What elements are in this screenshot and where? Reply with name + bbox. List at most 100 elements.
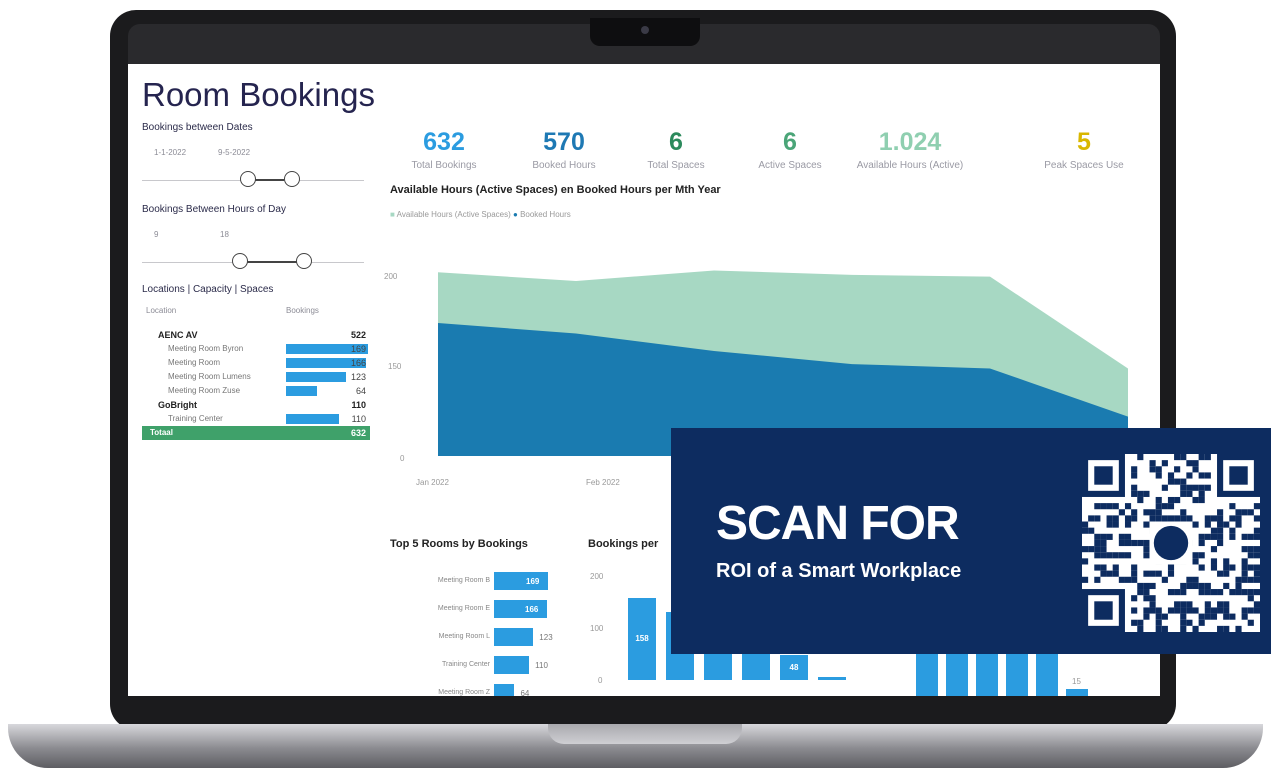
qr-module [1131, 576, 1138, 583]
date-slider-end-handle[interactable] [284, 171, 300, 187]
qr-module [1137, 496, 1144, 504]
qr-module [1082, 521, 1089, 528]
qr-module [1131, 466, 1138, 473]
bookings-value: 166 [350, 358, 366, 368]
qr-module [1137, 539, 1144, 547]
table-row[interactable]: Meeting Room Zuse 64 [142, 384, 370, 398]
location-name: AENC AV [158, 330, 198, 340]
top5-bar[interactable] [494, 684, 515, 696]
bookings-per-bar[interactable]: 48 [780, 655, 808, 680]
qr-module [1161, 503, 1168, 510]
table-total-row[interactable]: Totaal 632 [142, 426, 370, 440]
qr-module [1106, 552, 1113, 559]
table-row[interactable]: Meeting Room Byron 169 [142, 342, 370, 356]
kpi-label: Peak Spaces Use [1044, 160, 1124, 171]
qr-module [1217, 607, 1224, 614]
top5-room-label: Meeting Room B [437, 577, 490, 584]
area-chart [438, 270, 1128, 456]
screen-bezel-bottom [118, 696, 1166, 720]
table-row[interactable]: Meeting Room 166 [142, 356, 370, 370]
qr-module [1235, 582, 1242, 590]
qr-module [1155, 613, 1162, 620]
qr-module [1210, 564, 1218, 571]
right-chart-bar[interactable] [1036, 651, 1058, 696]
qr-module [1161, 515, 1168, 522]
qr-module [1223, 570, 1230, 577]
qr-module [1155, 503, 1162, 510]
qr-module [1137, 490, 1144, 497]
qr-module [1155, 496, 1162, 504]
qr-module [1241, 546, 1248, 553]
qr-module [1082, 546, 1089, 553]
qr-module [1223, 564, 1230, 571]
laptop-opening-notch [548, 724, 742, 744]
qr-module [1192, 625, 1199, 632]
table-group-row[interactable]: GoBright 110 [142, 398, 370, 412]
qr-module [1186, 460, 1193, 467]
qr-module [1155, 509, 1162, 516]
camera-icon [641, 26, 649, 34]
qr-module [1143, 613, 1150, 620]
bookings-per-bar-value: 48 [789, 662, 799, 672]
qr-module [1241, 613, 1248, 620]
bookings-per-bar[interactable] [818, 677, 846, 680]
right-chart-bar[interactable] [1066, 689, 1088, 696]
qr-module [1118, 576, 1125, 583]
qr-module [1161, 613, 1168, 620]
hours-filter-label: Bookings Between Hours of Day [142, 204, 286, 215]
qr-code-icon[interactable] [1082, 454, 1260, 632]
kpi-value: 632 [423, 128, 465, 156]
area-chart-legend: ■ Available Hours (Active Spaces) ● Book… [390, 210, 571, 219]
qr-module [1161, 625, 1168, 632]
top5-bar[interactable] [494, 656, 530, 674]
kpi-card: 6 Active Spaces [730, 128, 850, 171]
qr-module [1198, 582, 1205, 590]
qr-module [1223, 607, 1230, 614]
qr-module [1253, 546, 1260, 553]
kpi-value: 570 [543, 128, 585, 156]
kpi-value: 6 [783, 128, 797, 156]
qr-module [1210, 558, 1218, 565]
qr-module [1167, 564, 1175, 571]
qr-module [1253, 515, 1260, 522]
bookings-per-bar[interactable]: 158 [628, 597, 656, 680]
qr-module [1131, 595, 1138, 602]
qr-module [1167, 478, 1175, 485]
legend-booked: Booked Hours [520, 210, 571, 219]
table-row[interactable]: Meeting Room Lumens 123 [142, 370, 370, 384]
col-bookings: Bookings [286, 306, 319, 315]
qr-module [1149, 607, 1156, 614]
qr-module [1235, 521, 1242, 528]
qr-module [1217, 515, 1224, 522]
qr-module [1094, 552, 1101, 559]
date-slider-range [254, 179, 284, 181]
qr-module [1229, 466, 1248, 485]
qr-module [1131, 484, 1138, 491]
qr-module [1210, 546, 1218, 553]
location-name: Meeting Room Byron [168, 344, 244, 353]
top5-bar[interactable] [494, 572, 548, 590]
top5-bar[interactable] [494, 600, 548, 618]
top5-bar[interactable] [494, 628, 534, 646]
table-row[interactable]: Training Center 110 [142, 412, 370, 426]
hours-slider-end-handle[interactable] [296, 253, 312, 269]
qr-module [1143, 595, 1150, 602]
kpi-card: 1.024 Available Hours (Active) [850, 128, 970, 171]
qr-module [1174, 478, 1181, 485]
qr-module [1124, 515, 1132, 522]
qr-module [1217, 521, 1224, 528]
top5-room-label: Meeting Room Z [438, 689, 490, 696]
qr-module [1088, 546, 1095, 553]
qr-module [1241, 570, 1248, 577]
table-group-row[interactable]: AENC AV 522 [142, 328, 370, 342]
date-slider-start-handle[interactable] [240, 171, 256, 187]
qr-module [1229, 589, 1236, 596]
top5-chart-title: Top 5 Rooms by Bookings [390, 538, 528, 550]
hours-slider-start-handle[interactable] [232, 253, 248, 269]
qr-module [1155, 570, 1162, 577]
qr-module [1223, 601, 1230, 608]
qr-module [1210, 533, 1218, 540]
qr-module [1131, 607, 1138, 614]
location-name: Meeting Room [168, 358, 221, 367]
qr-module [1180, 509, 1187, 516]
